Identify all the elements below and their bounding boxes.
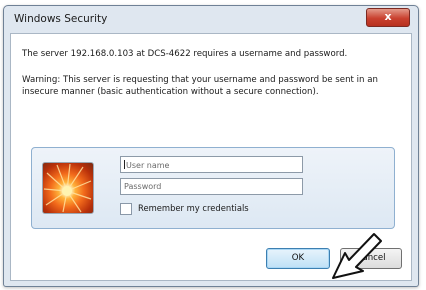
username-input[interactable]: User name [120,156,303,173]
text-caret [124,160,125,169]
pointing-arrow-icon [332,233,382,279]
windows-security-dialog: Windows Security x The server 192.168.0.… [3,5,419,287]
password-input[interactable]: Password [120,178,303,195]
close-icon: x [384,10,392,23]
password-placeholder: Password [124,182,162,191]
user-tile-flower-icon [42,162,94,214]
server-message: The server 192.168.0.103 at DCS-4622 req… [22,49,348,59]
dialog-body: The server 192.168.0.103 at DCS-4622 req… [10,33,412,281]
warning-message: Warning: This server is requesting that … [22,75,378,97]
ok-button[interactable]: OK [266,248,330,269]
close-button[interactable]: x [366,8,410,27]
credential-tile: User name Password Remember my credentia… [31,147,395,229]
remember-checkbox[interactable] [120,203,132,215]
username-placeholder: User name [126,161,170,170]
remember-label[interactable]: Remember my credentials [138,203,249,213]
dialog-title: Windows Security [14,13,108,25]
title-bar[interactable]: Windows Security x [4,6,418,33]
